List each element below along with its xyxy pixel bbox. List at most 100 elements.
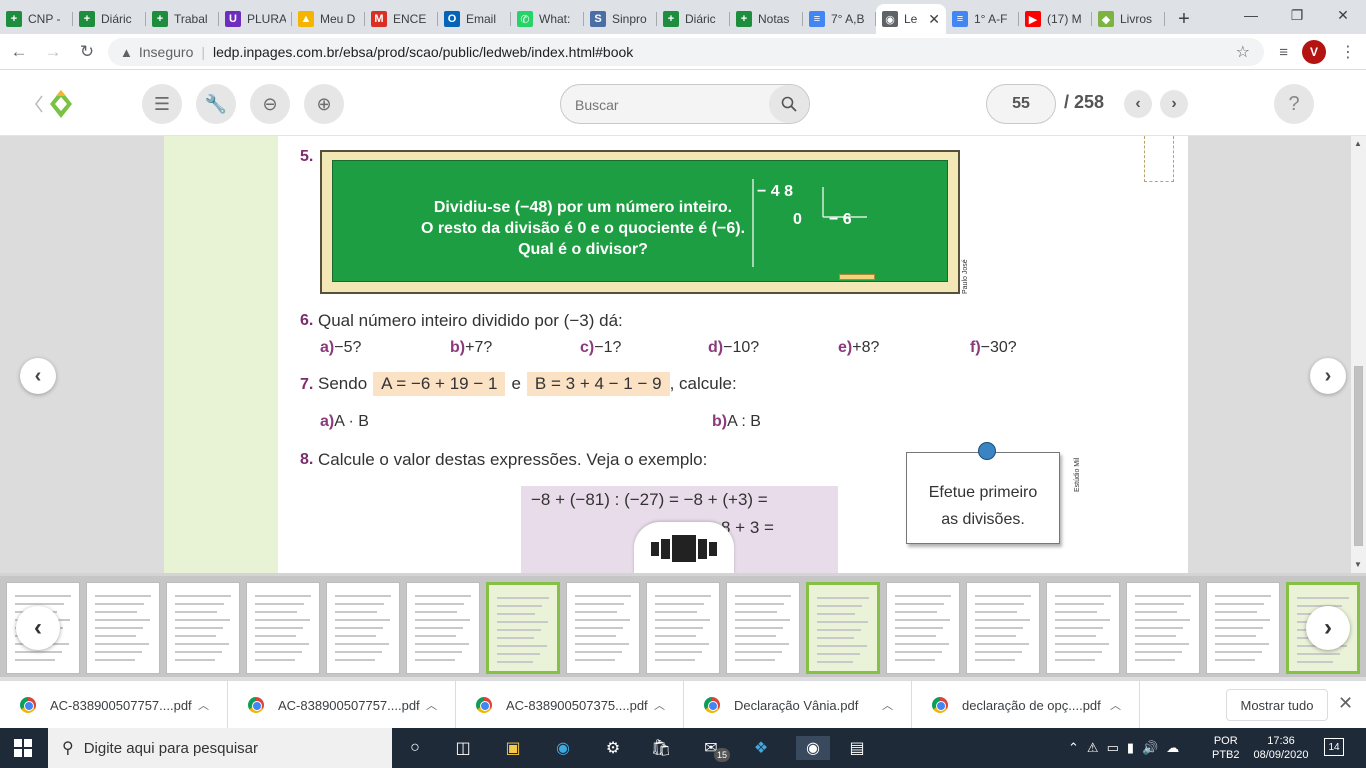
download-options-icon[interactable]: ︿	[654, 697, 665, 713]
browser-tab[interactable]: ▲ Meu D	[292, 4, 365, 34]
bookmark-ribbon-icon[interactable]	[1144, 136, 1174, 182]
browser-tab[interactable]: U PLURA	[219, 4, 292, 34]
close-tab-icon[interactable]: ✕	[928, 11, 940, 28]
page-thumbnail[interactable]	[326, 582, 400, 674]
insecure-label[interactable]: Inseguro	[139, 44, 193, 60]
zoom-in-button[interactable]: ⊕	[304, 84, 344, 124]
photos-icon[interactable]: ▤	[844, 736, 870, 760]
search-input[interactable]	[575, 94, 765, 116]
download-options-icon[interactable]: ︿	[426, 697, 437, 713]
minimize-icon[interactable]: —	[1228, 0, 1274, 30]
download-options-icon[interactable]: ︿	[198, 697, 209, 713]
tray-chevron-icon[interactable]: ⌃	[1068, 740, 1079, 756]
page-thumbnail[interactable]	[1206, 582, 1280, 674]
warning-icon[interactable]: ▲	[120, 45, 133, 60]
prev-page-icon[interactable]: ‹	[1124, 90, 1152, 118]
network-icon[interactable]: ▭	[1107, 740, 1119, 756]
back-icon[interactable]: ←	[4, 37, 34, 67]
close-window-icon[interactable]: ✕	[1320, 0, 1366, 30]
download-options-icon[interactable]: ︿	[1110, 697, 1121, 713]
language-indicator[interactable]: POR PTB2	[1212, 728, 1240, 768]
browser-tab[interactable]: ✆ What:	[511, 4, 584, 34]
thumbnail-toggle-button[interactable]	[634, 522, 734, 574]
profile-avatar[interactable]: V	[1302, 40, 1326, 64]
browser-tab[interactable]: ▶ (17) M	[1019, 4, 1092, 34]
download-item[interactable]: AC-838900507757....pdf ︿	[0, 681, 228, 729]
download-item[interactable]: Declaração Vânia.pdf ︿	[684, 681, 912, 729]
thumbnails-next-icon[interactable]: ›	[1306, 606, 1350, 650]
viewer-scrollbar[interactable]: ▲ ▼	[1351, 136, 1366, 573]
browser-tab[interactable]: + Diáric	[657, 4, 730, 34]
store-icon[interactable]: 🛍	[648, 736, 674, 760]
page-thumbnail[interactable]	[566, 582, 640, 674]
bookmark-star-icon[interactable]: ☆	[1236, 42, 1250, 62]
download-item[interactable]: AC-838900507375....pdf ︿	[456, 681, 684, 729]
cortana-icon[interactable]: ○	[402, 736, 428, 760]
battery-icon[interactable]: ▮	[1127, 740, 1134, 756]
browser-tab[interactable]: M ENCE	[365, 4, 438, 34]
download-options-icon[interactable]: ︿	[882, 697, 893, 713]
browser-tab[interactable]: S Sinpro	[584, 4, 657, 34]
notifications-icon[interactable]: 14	[1324, 738, 1344, 756]
browser-tab[interactable]: O Email	[438, 4, 511, 34]
task-view-icon[interactable]: ◫	[450, 736, 476, 760]
page-thumbnail[interactable]	[646, 582, 720, 674]
download-item[interactable]: AC-838900507757....pdf ︿	[228, 681, 456, 729]
tools-button[interactable]: 🔧	[196, 84, 236, 124]
page-thumbnail[interactable]	[806, 582, 880, 674]
download-item[interactable]: declaração de opç....pdf ︿	[912, 681, 1140, 729]
browser-tab[interactable]: ◆ Livros	[1092, 4, 1165, 34]
browser-tab[interactable]: + Notas	[730, 4, 803, 34]
page-thumbnail[interactable]	[726, 582, 800, 674]
browser-tab[interactable]: ≡ 7° A,B	[803, 4, 876, 34]
browser-tab[interactable]: + Diáric	[73, 4, 146, 34]
page-thumbnail[interactable]	[86, 582, 160, 674]
address-bar[interactable]: ▲ Inseguro | ledp.inpages.com.br/ebsa/pr…	[108, 38, 1264, 66]
page-thumbnail[interactable]	[486, 582, 560, 674]
browser-tab[interactable]: + Trabal	[146, 4, 219, 34]
page-thumbnail[interactable]	[1126, 582, 1200, 674]
browser-tab[interactable]: + CNP -	[0, 4, 73, 34]
page-thumbnail[interactable]	[966, 582, 1040, 674]
forward-icon[interactable]: →	[38, 37, 68, 67]
windows-start-icon[interactable]	[14, 739, 32, 757]
browser-tab[interactable]: ◉ Le ✕	[876, 4, 946, 34]
page-thumbnail[interactable]	[406, 582, 480, 674]
scroll-down-icon[interactable]: ▼	[1354, 560, 1362, 569]
current-page-input[interactable]: 55	[986, 84, 1056, 124]
browser-tab[interactable]: ≡ 1° A-F	[946, 4, 1019, 34]
edge-icon[interactable]: ◉	[550, 736, 576, 760]
page-thumbnail[interactable]	[886, 582, 960, 674]
scroll-up-icon[interactable]: ▲	[1354, 139, 1362, 148]
taskbar-search[interactable]: ⚲ Digite aqui para pesquisar	[48, 728, 392, 768]
viewer-prev-page-icon[interactable]: ‹	[20, 358, 56, 394]
scrollbar-thumb[interactable]	[1354, 366, 1363, 546]
file-explorer-icon[interactable]: ▣	[500, 736, 526, 760]
help-button[interactable]: ?	[1274, 84, 1314, 124]
clock[interactable]: 17:36 08/09/2020	[1250, 728, 1312, 768]
reload-icon[interactable]: ↻	[72, 37, 102, 67]
viewer-next-page-icon[interactable]: ›	[1310, 358, 1346, 394]
onedrive-icon[interactable]: ☁	[1166, 740, 1179, 756]
reader-logo-icon[interactable]	[34, 88, 74, 120]
taskbar-search-placeholder[interactable]: Digite aqui para pesquisar	[84, 740, 258, 757]
network-warning-icon[interactable]: ⚠	[1087, 740, 1099, 756]
reading-list-icon[interactable]: ≡	[1279, 44, 1288, 61]
close-downloads-icon[interactable]: ✕	[1338, 693, 1353, 714]
page-thumbnail[interactable]	[166, 582, 240, 674]
summary-button[interactable]: ☰	[142, 84, 182, 124]
url-text[interactable]: ledp.inpages.com.br/ebsa/prod/scao/publi…	[213, 44, 633, 60]
chrome-taskbar-icon[interactable]: ◉	[796, 736, 830, 760]
safari-icon[interactable]: ❖	[748, 736, 774, 760]
page-thumbnail[interactable]	[1046, 582, 1120, 674]
next-page-icon[interactable]: ›	[1160, 90, 1188, 118]
volume-icon[interactable]: 🔊	[1142, 740, 1158, 756]
show-all-button[interactable]: Mostrar tudo	[1226, 689, 1328, 721]
thumbnails-prev-icon[interactable]: ‹	[16, 606, 60, 650]
obs-icon[interactable]: ⚙	[600, 736, 626, 760]
search-icon[interactable]	[769, 85, 809, 123]
menu-icon[interactable]: ⋮	[1340, 42, 1356, 62]
new-tab-icon[interactable]: +	[1169, 4, 1199, 34]
maximize-icon[interactable]: ❐	[1274, 0, 1320, 30]
page-thumbnail[interactable]	[246, 582, 320, 674]
